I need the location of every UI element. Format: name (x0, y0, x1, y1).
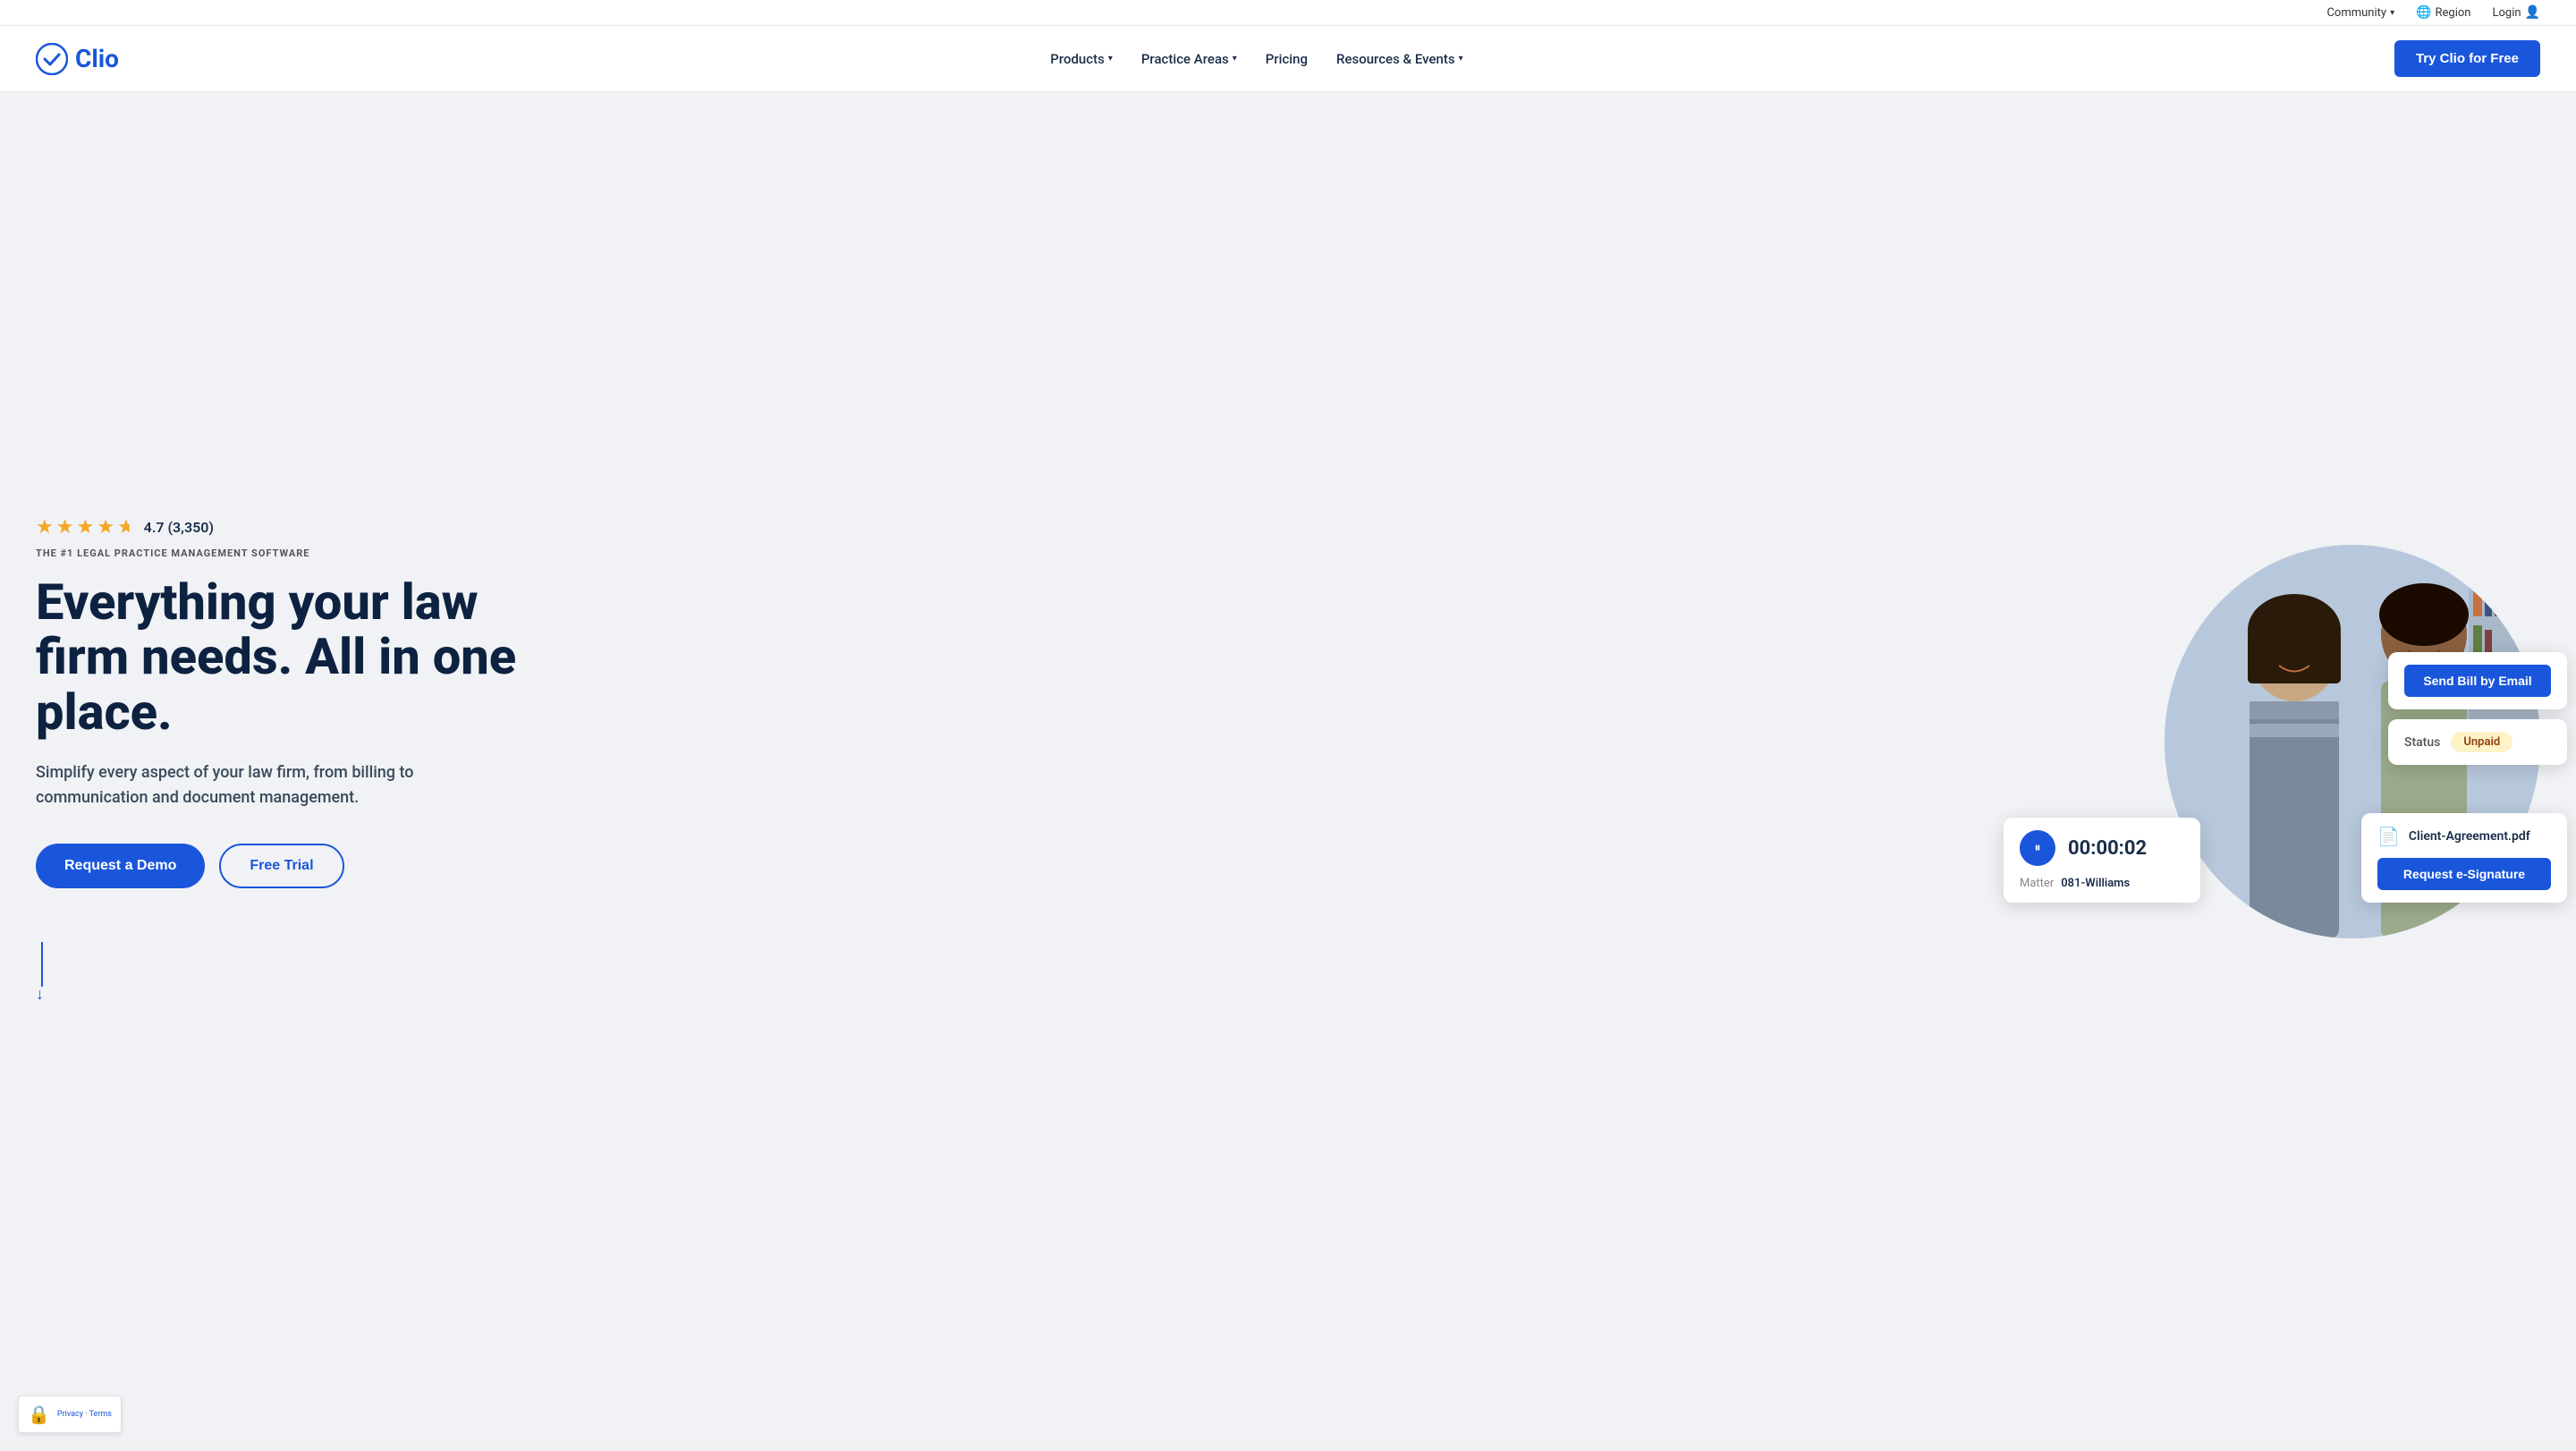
star-5: ★ (117, 516, 135, 539)
community-chevron-icon: ▾ (2390, 8, 2394, 18)
hero-left: ★ ★ ★ ★ ★ 4.7 (3,350) THE #1 LEGAL PRACT… (36, 516, 516, 1003)
status-badge: Unpaid (2451, 732, 2512, 752)
headline-line3: place. (36, 683, 173, 742)
arrow-line (41, 942, 43, 987)
star-4: ★ (97, 516, 114, 539)
esignature-button[interactable]: Request e-Signature (2377, 858, 2551, 890)
timer-card: ⏸ 00:00:02 Matter 081-Williams (2004, 818, 2200, 903)
nav-pricing[interactable]: Pricing (1266, 51, 1308, 67)
recaptcha-logo-icon: 🔒 (28, 1404, 50, 1425)
timer-top-row: ⏸ 00:00:02 (2020, 830, 2147, 866)
pause-button[interactable]: ⏸ (2020, 830, 2055, 866)
community-label: Community (2326, 6, 2386, 20)
arrow-down-icon: ↓ (36, 987, 44, 1003)
nav-links: Products ▾ Practice Areas ▾ Pricing Reso… (1050, 51, 1462, 67)
top-bar: Community ▾ 🌐 Region Login 👤 (0, 0, 2576, 26)
region-menu[interactable]: 🌐 Region (2416, 5, 2470, 20)
recaptcha-badge: 🔒 Privacy · Terms (18, 1396, 122, 1433)
hero-headline: Everything your law firm needs. All in o… (36, 575, 516, 741)
pause-icon: ⏸ (2035, 841, 2041, 855)
star-3: ★ (76, 516, 94, 539)
logo-text: Clio (75, 44, 119, 73)
globe-icon: 🌐 (2416, 5, 2431, 20)
status-card: Status Unpaid (2388, 719, 2567, 765)
login-button[interactable]: Login 👤 (2493, 5, 2541, 20)
headline-line2: firm needs. All in one (36, 627, 516, 686)
star-2: ★ (56, 516, 74, 539)
doc-filename: Client-Agreement.pdf (2409, 829, 2530, 844)
scroll-arrow[interactable]: ↓ (36, 942, 516, 1003)
products-chevron-icon: ▾ (1108, 54, 1113, 64)
login-label: Login (2493, 6, 2521, 20)
doc-row: 📄 Client-Agreement.pdf (2377, 826, 2551, 847)
hero-section: ★ ★ ★ ★ ★ 4.7 (3,350) THE #1 LEGAL PRACT… (0, 92, 2576, 1445)
request-demo-button[interactable]: Request a Demo (36, 844, 205, 888)
main-navbar: Clio Products ▾ Practice Areas ▾ Pricing… (0, 26, 2576, 92)
clio-logo-icon (36, 43, 68, 75)
free-trial-button[interactable]: Free Trial (219, 844, 343, 888)
timer-matter-row: Matter 081-Williams (2020, 877, 2147, 890)
matter-value: 081-Williams (2061, 877, 2130, 890)
rating-row: ★ ★ ★ ★ ★ 4.7 (3,350) (36, 516, 516, 539)
timer-card-inner: ⏸ 00:00:02 Matter 081-Williams (2020, 830, 2147, 890)
user-icon: 👤 (2525, 5, 2540, 20)
community-menu[interactable]: Community ▾ (2326, 6, 2394, 20)
logo-link[interactable]: Clio (36, 43, 119, 75)
timer-display: 00:00:02 (2068, 837, 2147, 860)
headline-line1: Everything your law (36, 573, 478, 632)
star-1: ★ (36, 516, 54, 539)
send-bill-button[interactable]: Send Bill by Email (2404, 665, 2551, 697)
recaptcha-text: Privacy · Terms (57, 1409, 112, 1421)
recaptcha-privacy-terms[interactable]: Privacy · Terms (57, 1409, 112, 1421)
nav-resources[interactable]: Resources & Events ▾ (1336, 51, 1463, 67)
resources-chevron-icon: ▾ (1459, 54, 1463, 64)
document-card: 📄 Client-Agreement.pdf Request e-Signatu… (2361, 813, 2567, 903)
nav-products[interactable]: Products ▾ (1050, 51, 1113, 67)
legal-badge: THE #1 LEGAL PRACTICE MANAGEMENT SOFTWAR… (36, 547, 516, 559)
region-label: Region (2436, 6, 2471, 20)
try-clio-button[interactable]: Try Clio for Free (2394, 40, 2540, 77)
nav-practice-areas[interactable]: Practice Areas ▾ (1141, 51, 1237, 67)
hero-right: ⏸ 00:00:02 Matter 081-Williams Send Bill… (2021, 545, 2540, 974)
send-bill-card: Send Bill by Email (2388, 652, 2567, 709)
hero-buttons: Request a Demo Free Trial (36, 844, 516, 888)
practice-areas-chevron-icon: ▾ (1233, 54, 1237, 64)
star-rating: ★ ★ ★ ★ ★ (36, 516, 135, 539)
matter-label: Matter (2020, 877, 2054, 890)
hero-subtext: Simplify every aspect of your law firm, … (36, 760, 465, 812)
status-label: Status (2404, 735, 2440, 750)
rating-value: 4.7 (3,350) (144, 519, 214, 536)
pdf-icon: 📄 (2377, 826, 2400, 847)
